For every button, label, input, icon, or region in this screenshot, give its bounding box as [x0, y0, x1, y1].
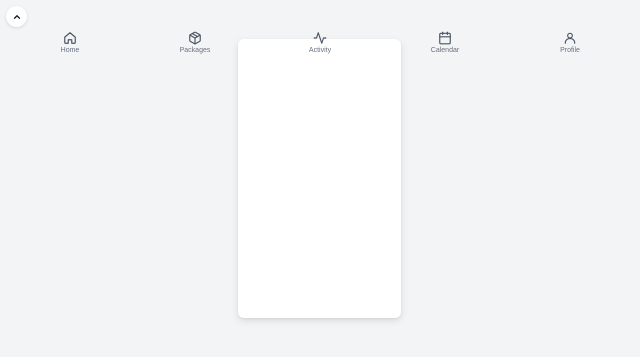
collapse-button[interactable] [6, 6, 27, 27]
nav-label: Home [60, 47, 80, 54]
content-card [238, 39, 401, 318]
nav-label: Calendar [430, 47, 460, 54]
home-icon [63, 31, 77, 45]
nav-item-calendar[interactable]: Calendar [405, 31, 485, 55]
nav-label: Profile [560, 47, 580, 54]
nav-item-home[interactable]: Home [30, 31, 110, 55]
nav-label: Activity [308, 47, 332, 54]
bottom-nav: Home Packages Activity Calendar Profile [0, 31, 640, 57]
app-screen: Home Packages Activity Calendar Profile [0, 0, 640, 357]
nav-item-activity[interactable]: Activity [280, 31, 360, 55]
chevron-up-icon [12, 12, 22, 22]
package-icon [188, 31, 202, 45]
calendar-icon [438, 31, 452, 45]
nav-item-profile[interactable]: Profile [530, 31, 610, 55]
activity-icon [313, 31, 327, 45]
nav-label: Packages [179, 47, 211, 54]
user-icon [563, 31, 577, 45]
nav-item-packages[interactable]: Packages [155, 31, 235, 55]
